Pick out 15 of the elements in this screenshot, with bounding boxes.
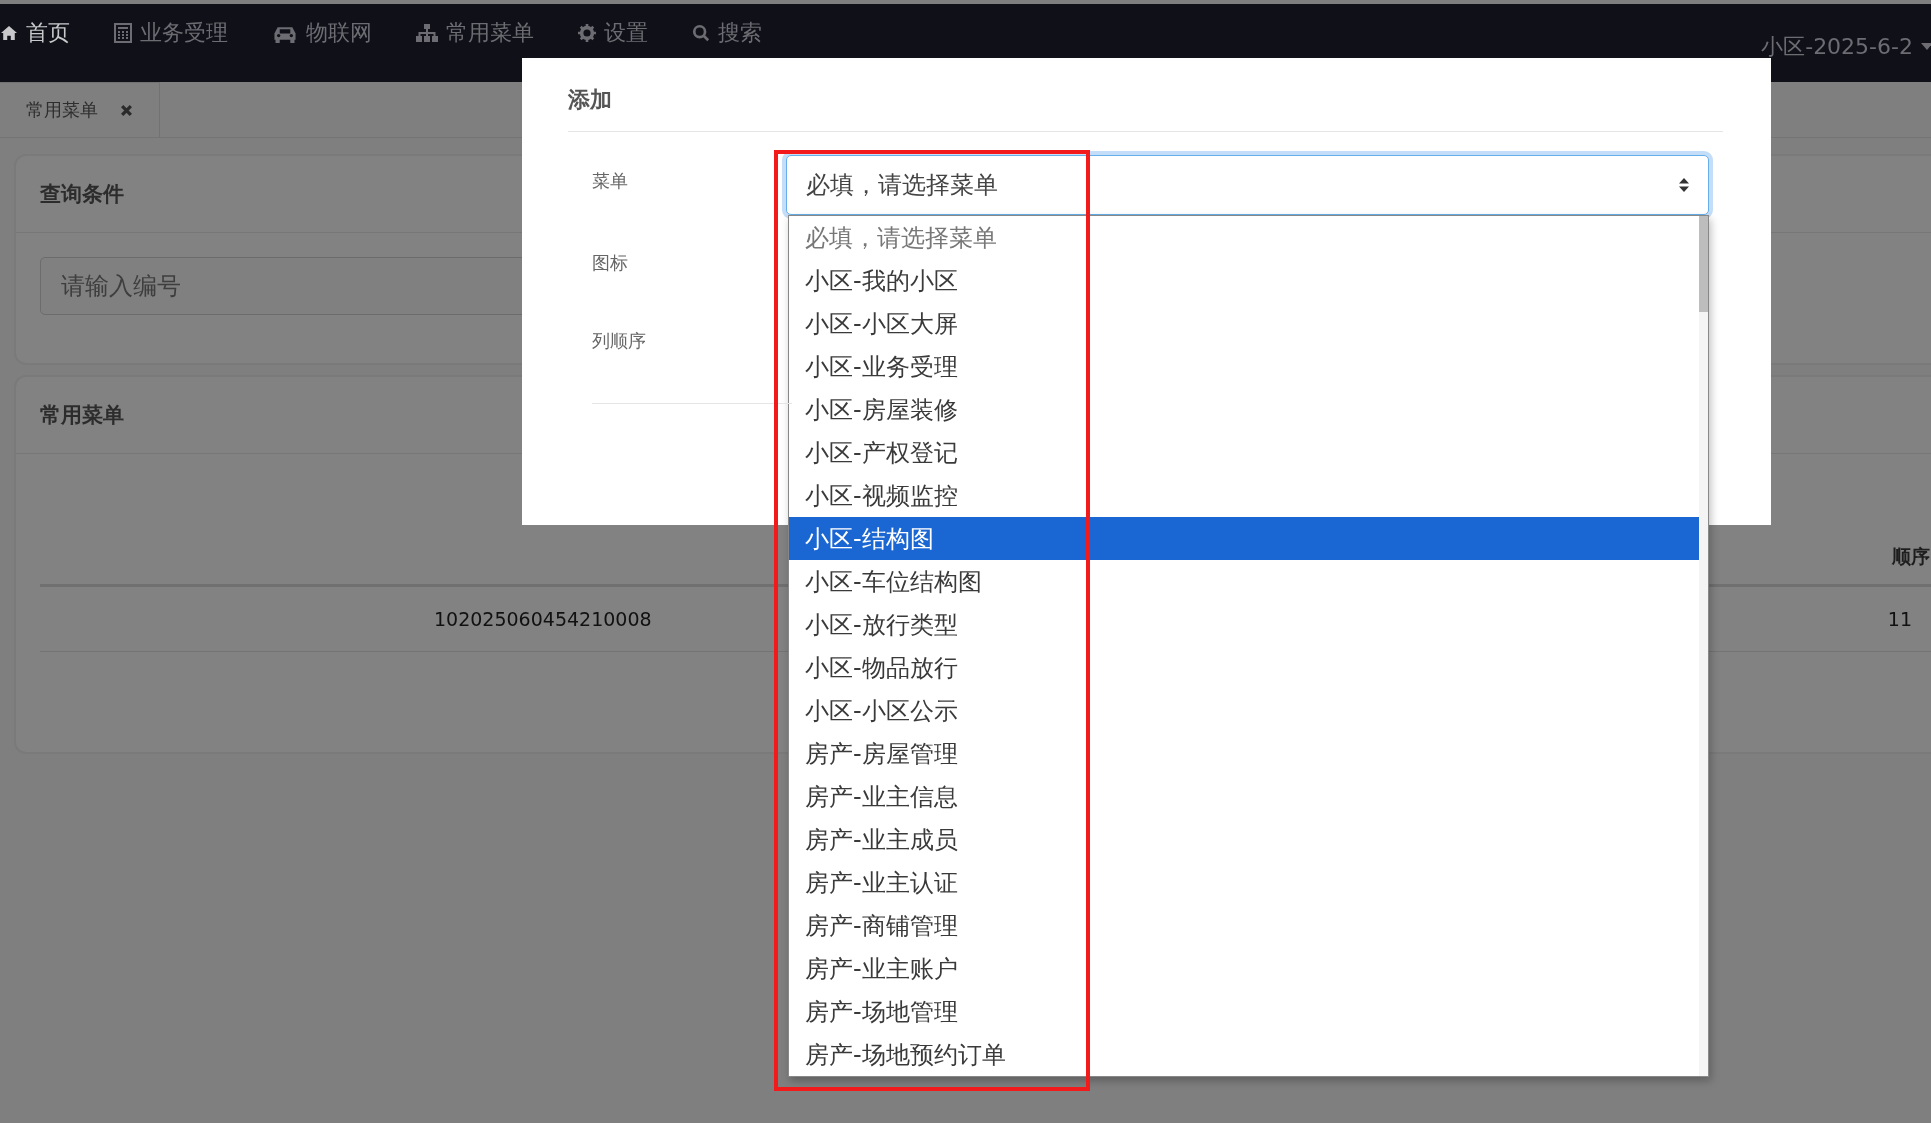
dialog-title: 添加	[568, 86, 612, 114]
card-title: 常用菜单	[40, 402, 124, 429]
nav-label: 常用菜单	[446, 19, 534, 47]
column-header: 顺序	[1892, 544, 1930, 569]
field-label: 菜单	[592, 169, 629, 193]
nav-label: 首页	[26, 19, 70, 47]
nav-label: 业务受理	[140, 19, 228, 47]
table-cell: 11	[1887, 608, 1912, 630]
nav-label: 设置	[604, 19, 648, 47]
field-label: 列顺序	[592, 329, 647, 353]
table-cell: 102025060454210008	[434, 608, 652, 630]
nav-label: 物联网	[306, 19, 372, 47]
nav-label: 搜索	[718, 19, 762, 47]
card-title: 查询条件	[40, 181, 124, 208]
field-label: 图标	[592, 251, 629, 275]
